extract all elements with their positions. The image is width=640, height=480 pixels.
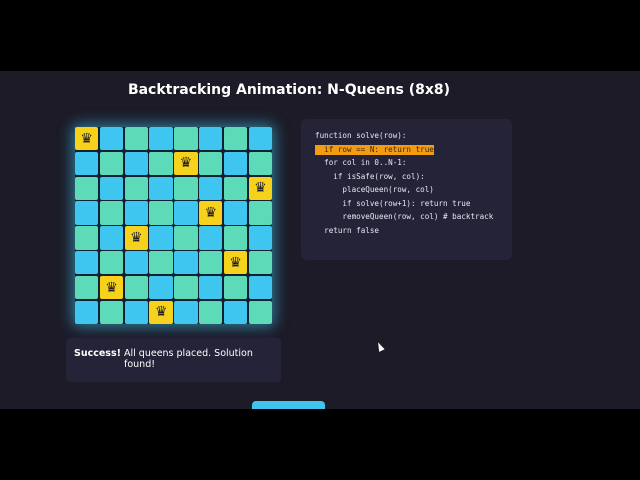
board-cell[interactable] — [124, 201, 148, 225]
board-cell[interactable] — [75, 176, 99, 200]
board-cell-queen[interactable]: ♛ — [75, 127, 99, 151]
board-cell[interactable] — [75, 300, 99, 324]
status-bold: Success! — [74, 348, 121, 359]
board-cell[interactable] — [223, 226, 248, 250]
board-cell-queen[interactable]: ♛ — [199, 201, 223, 225]
code-line: function solve(row): — [315, 131, 407, 140]
board-cell[interactable] — [149, 127, 173, 151]
board-cell[interactable] — [149, 251, 173, 275]
board-cell[interactable] — [199, 226, 223, 250]
page-title: Backtracking Animation: N-Queens (8x8) — [127, 82, 451, 98]
board-cell[interactable] — [99, 226, 124, 250]
code-line: removeQueen(row, col) # backtrack — [315, 212, 494, 221]
board-cell-queen[interactable]: ♛ — [99, 275, 124, 300]
queen-icon: ♛ — [229, 254, 242, 271]
code-line: if row == N: return true — [315, 144, 434, 155]
board-cell[interactable] — [99, 151, 124, 176]
chess-board: ♛ ♛ ♛ ♛ ♛ ♛ ♛ ♛ — [75, 127, 272, 324]
board-cell[interactable] — [99, 251, 124, 275]
queen-icon: ♛ — [179, 155, 193, 172]
board-cell[interactable] — [99, 201, 124, 225]
board-cell[interactable] — [248, 127, 272, 151]
board-cell-queen[interactable]: ♛ — [149, 300, 173, 324]
board-cell[interactable] — [149, 201, 173, 225]
board-cell[interactable] — [248, 226, 272, 250]
board-cell[interactable] — [174, 275, 198, 300]
board-cell[interactable] — [174, 226, 198, 250]
board-cell[interactable] — [223, 300, 248, 324]
board-cell[interactable] — [75, 226, 99, 250]
queen-icon: ♛ — [154, 304, 168, 321]
board-cell[interactable] — [174, 127, 198, 151]
board-cell[interactable] — [75, 275, 99, 300]
board-cell[interactable] — [124, 127, 148, 151]
code-line: if isSafe(row, col): — [315, 171, 425, 181]
code-line: if solve(row+1): return true — [315, 198, 471, 208]
status-text: All queens placed. Solution found! — [124, 348, 253, 370]
board-cell-queen[interactable]: ♛ — [223, 251, 248, 275]
control-button[interactable] — [252, 401, 325, 409]
status-message: Success! All queens placed. Solution fou… — [66, 338, 281, 382]
board-cell[interactable] — [248, 275, 272, 300]
board-cell[interactable] — [248, 151, 272, 176]
board-cell[interactable] — [199, 300, 223, 324]
board-cell[interactable] — [99, 176, 124, 200]
board-cell[interactable] — [174, 300, 198, 324]
board-cell[interactable] — [199, 251, 223, 275]
board-cell-queen[interactable]: ♛ — [248, 176, 272, 200]
pseudocode-panel: function solve(row): if row == N: return… — [301, 119, 512, 260]
board-cell[interactable] — [174, 251, 198, 275]
code-line: for col in 0..N-1: — [315, 158, 407, 167]
board-cell[interactable] — [124, 176, 148, 200]
board-cell[interactable] — [223, 151, 248, 176]
board-cell[interactable] — [149, 275, 173, 300]
board-cell[interactable] — [223, 127, 248, 151]
board-cell[interactable] — [124, 300, 148, 324]
board-cell[interactable] — [199, 176, 223, 200]
board-cell-queen[interactable]: ♛ — [174, 151, 198, 176]
board-cell[interactable] — [174, 201, 198, 225]
board-cell[interactable] — [248, 251, 272, 275]
board-cell[interactable] — [223, 275, 248, 300]
board-cell[interactable] — [199, 275, 223, 300]
board-cell[interactable] — [124, 151, 148, 176]
board-cell[interactable] — [149, 226, 173, 250]
queen-icon: ♛ — [204, 205, 217, 222]
queen-icon: ♛ — [130, 229, 143, 246]
board-cell[interactable] — [223, 176, 248, 200]
board-cell[interactable] — [75, 201, 99, 225]
board-cell[interactable] — [248, 201, 272, 225]
code-line: placeQueen(row, col) — [315, 185, 434, 194]
queen-icon: ♛ — [105, 279, 118, 296]
board-cell[interactable] — [99, 300, 124, 324]
mouse-cursor-icon — [375, 341, 385, 352]
board-cell[interactable] — [199, 151, 223, 176]
board-cell[interactable] — [149, 151, 173, 176]
board-cell[interactable] — [248, 300, 272, 324]
board-cell[interactable] — [75, 151, 99, 176]
board-cell-queen[interactable]: ♛ — [124, 226, 148, 250]
queen-icon: ♛ — [80, 130, 93, 147]
board-cell[interactable] — [75, 251, 99, 275]
app-area: Backtracking Animation: N-Queens (8x8) ♛… — [0, 71, 640, 409]
board-cell[interactable] — [99, 127, 124, 151]
board-cell[interactable] — [124, 275, 148, 300]
board-cell[interactable] — [124, 251, 148, 275]
board-cell[interactable] — [199, 127, 223, 151]
board-cell[interactable] — [223, 201, 248, 225]
code-line: return false — [315, 225, 380, 235]
board-cell[interactable] — [174, 176, 198, 200]
queen-icon: ♛ — [254, 180, 267, 197]
board-cell[interactable] — [149, 176, 173, 200]
